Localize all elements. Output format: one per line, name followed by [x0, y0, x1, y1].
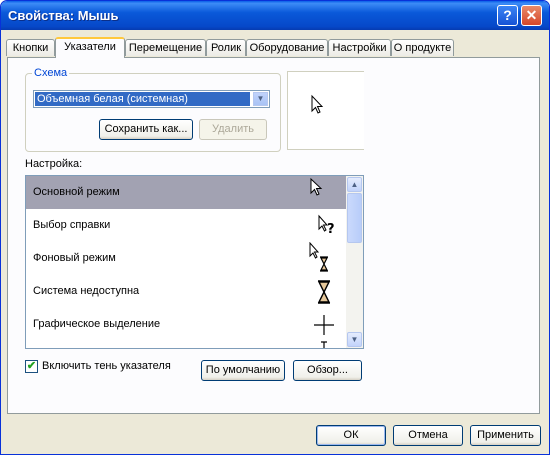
list-item-label: Система недоступна [33, 285, 140, 297]
scheme-select[interactable]: Объемная белая (системная) ▼ [33, 90, 270, 108]
scroll-up-icon[interactable]: ▲ [347, 177, 362, 192]
shadow-checkbox[interactable]: ✔ [25, 360, 38, 373]
help-button[interactable]: ? [497, 5, 518, 26]
cursor-list[interactable]: Основной режим Выбор справки ? Фоновый р… [25, 175, 364, 349]
cursor-preview [287, 71, 364, 150]
list-item[interactable]: Основной режим [26, 176, 347, 209]
tab-wheel[interactable]: Ролик [206, 39, 246, 56]
svg-text:?: ? [327, 222, 335, 237]
scheme-select-value: Объемная белая (системная) [35, 92, 250, 106]
save-as-button[interactable]: Сохранить как... [99, 119, 193, 140]
tab-buttons[interactable]: Кнопки [6, 39, 55, 56]
delete-button[interactable]: Удалить [199, 119, 267, 140]
list-item-label: Графическое выделение [33, 318, 161, 330]
scheme-legend: Схема [32, 67, 70, 79]
apply-button[interactable]: Применить [470, 425, 541, 446]
tab-hardware[interactable]: Оборудование [246, 39, 328, 56]
tab-about[interactable]: О продукте [391, 39, 454, 56]
list-item-label: Выбор справки [33, 219, 111, 231]
list-item[interactable] [26, 341, 347, 348]
arrow-cursor-icon [310, 177, 323, 196]
list-item[interactable]: Выбор справки ? [26, 209, 347, 242]
title-bar: Свойства: Мышь ? ✕ [1, 1, 549, 30]
list-item[interactable]: Фоновый режим [26, 242, 347, 275]
tab-settings[interactable]: Настройки [328, 39, 391, 56]
text-select-cursor-icon [321, 341, 327, 348]
scroll-thumb[interactable] [347, 193, 362, 243]
close-icon: ✕ [525, 7, 538, 23]
hourglass-cursor-icon [317, 280, 331, 304]
settings-label: Настройка: [25, 158, 83, 170]
tab-motion[interactable]: Перемещение [125, 39, 206, 56]
list-item-label: Основной режим [33, 186, 120, 198]
tab-pointers[interactable]: Указатели [55, 37, 125, 58]
crosshair-cursor-icon [314, 315, 334, 335]
checkmark-icon: ✔ [26, 360, 37, 372]
list-item-label: Фоновый режим [33, 252, 116, 264]
browse-button[interactable]: Обзор... [293, 360, 362, 381]
arrow-cursor-icon [311, 94, 324, 114]
defaults-button[interactable]: По умолчанию [201, 360, 285, 381]
list-item[interactable]: Система недоступна [26, 275, 347, 308]
help-icon: ? [503, 7, 512, 23]
cancel-button[interactable]: Отмена [393, 425, 463, 446]
scroll-down-icon[interactable]: ▼ [347, 332, 362, 347]
close-button[interactable]: ✕ [521, 5, 542, 26]
shadow-checkbox-label[interactable]: Включить тень указателя [42, 360, 171, 372]
list-scrollbar[interactable]: ▲ ▼ [346, 176, 363, 348]
window-title: Свойства: Мышь [8, 8, 119, 23]
mouse-properties-window: Свойства: Мышь ? ✕ Кнопки Указатели Пере… [0, 0, 550, 455]
help-select-cursor-icon: ? [318, 214, 335, 237]
working-in-background-cursor-icon [309, 242, 328, 272]
chevron-down-icon[interactable]: ▼ [253, 92, 268, 106]
ok-button[interactable]: ОК [316, 425, 386, 446]
list-item[interactable]: Графическое выделение [26, 308, 347, 341]
scheme-group [25, 73, 281, 152]
